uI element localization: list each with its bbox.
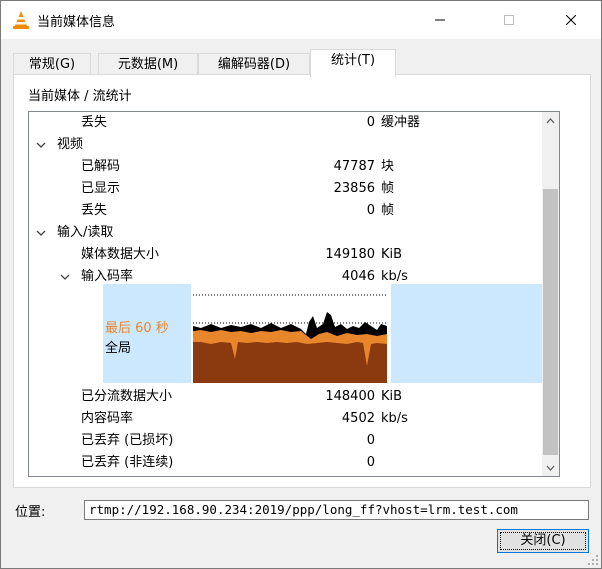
row-unit: KiB [381,247,403,262]
vlc-cone-icon [13,11,29,29]
maximize-icon [504,15,514,25]
scroll-up-button[interactable] [542,112,559,129]
row-unit: KiB [381,389,403,404]
tab-metadata[interactable]: 元数据(M) [98,53,198,75]
tree-row: 已解码 47787 块 [29,156,539,178]
maximize-button[interactable] [486,1,532,39]
chevron-down-icon[interactable] [35,227,47,239]
tree-row: 已丢弃 (已损坏) 0 [29,430,539,452]
row-unit: kb/s [381,411,408,426]
row-value: 0 [366,115,375,130]
tree-row-input[interactable]: 输入/读取 [29,222,539,244]
media-info-window: 当前媒体信息 常规(G) 元数据(M) 编解码器(D) 统计(T) 当前媒体 /… [0,0,602,569]
tab-codec[interactable]: 编解码器(D) [198,53,310,75]
row-value: 0 [366,433,375,448]
tree-row: 已分流数据大小 148400 KiB [29,386,539,408]
tree-row: 媒体数据大小 149180 KiB [29,244,539,266]
row-unit: 缓冲器 [381,115,421,130]
tree-row: 丢失 0 缓冲器 [29,112,539,134]
close-window-button[interactable] [548,1,594,39]
stats-tree: 丢失 0 缓冲器 视频 已解码 47787 块 已显示 23856 帧 丢失 0… [28,111,560,477]
breadcrumb: 当前媒体 / 流统计 [28,89,132,104]
row-label: 丢失 [81,115,108,130]
tree-row: 已丢弃 (非连续) 0 [29,452,539,474]
chevron-down-icon[interactable] [59,271,71,283]
close-button[interactable]: 关闭(C) [497,529,589,553]
scroll-down-button[interactable] [542,459,559,476]
bitrate-graph [191,284,391,383]
row-value: 0 [366,455,375,470]
legend-global: 全局 [105,341,132,356]
row-value: 23856 [333,181,375,196]
row-label: 内容码率 [81,411,134,426]
tree-row: 内容码率 4502 kb/s [29,408,539,430]
legend-last-60s: 最后 60 秒 [105,321,169,336]
tab-statistics[interactable]: 统计(T) [310,49,396,77]
row-label: 输入/读取 [57,225,114,240]
tree-row-video[interactable]: 视频 [29,134,539,156]
row-unit: 块 [381,159,395,174]
row-label: 已丢弃 (已损坏) [81,433,174,448]
statistics-panel: 当前媒体 / 流统计 丢失 0 缓冲器 视频 已解码 47787 块 已显示 2… [13,74,591,488]
close-icon [566,15,576,25]
row-label: 已显示 [81,181,121,196]
tree-row: 丢失 0 帧 [29,200,539,222]
row-value: 0 [366,203,375,218]
chevron-down-icon [546,465,555,471]
minimize-icon [435,19,445,21]
row-label: 媒体数据大小 [81,247,160,262]
row-label: 已丢弃 (非连续) [81,455,174,470]
vertical-scrollbar[interactable] [542,112,559,476]
location-field[interactable]: rtmp://192.168.90.234:2019/ppp/long_ff?v… [84,500,589,520]
row-value: 4502 [341,411,375,426]
chevron-down-icon[interactable] [35,139,47,151]
row-value: 149180 [325,247,375,262]
row-label: 已解码 [81,159,121,174]
row-value: 47787 [333,159,375,174]
row-value: 148400 [325,389,375,404]
row-unit: 帧 [381,181,395,196]
chevron-up-icon [546,117,555,123]
tree-row: 已显示 23856 帧 [29,178,539,200]
tab-general[interactable]: 常规(G) [13,53,91,75]
resize-grip-icon[interactable] [587,554,599,566]
row-unit: 帧 [381,203,395,218]
row-label: 视频 [57,137,84,152]
title-bar: 当前媒体信息 [1,1,601,39]
window-title: 当前媒体信息 [37,15,116,30]
location-label: 位置: [15,505,46,520]
scrollbar-thumb[interactable] [543,189,558,455]
row-label: 已分流数据大小 [81,389,173,404]
row-label: 丢失 [81,203,108,218]
minimize-button[interactable] [417,1,463,39]
bitrate-graph-row: 最后 60 秒 全局 [103,284,551,383]
